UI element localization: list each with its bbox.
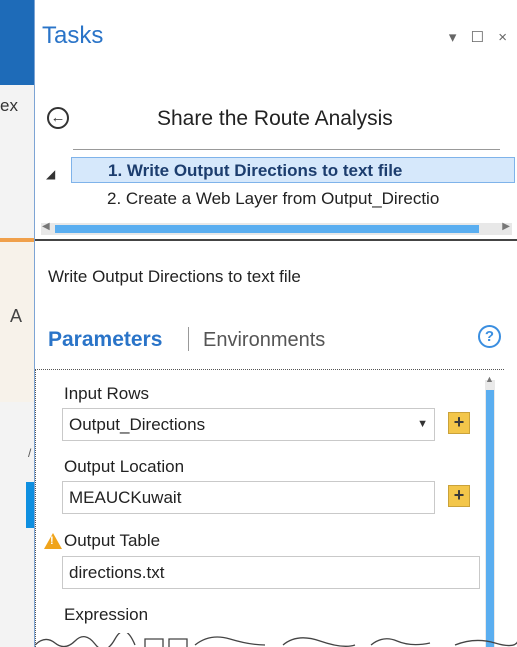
divider xyxy=(73,149,500,150)
vertical-scrollbar[interactable]: ▲ xyxy=(485,374,495,647)
scroll-left-icon[interactable]: ◀ xyxy=(42,221,50,232)
task-title: Share the Route Analysis xyxy=(157,107,393,130)
task-step-1[interactable]: 1. Write Output Directions to text file xyxy=(71,157,515,183)
close-icon[interactable]: × xyxy=(498,29,507,46)
pane-controls: ▾ ☐ × xyxy=(439,28,507,46)
output-table-label: Output Table xyxy=(64,531,161,550)
vertical-scrollbar-thumb[interactable] xyxy=(486,390,494,647)
background-tick: / xyxy=(28,446,32,460)
chevron-down-icon[interactable]: ▼ xyxy=(417,409,428,440)
pin-icon[interactable]: ▾ xyxy=(449,29,457,46)
output-location-field[interactable]: MEAUCKuwait xyxy=(62,481,435,514)
torn-edge xyxy=(35,633,517,647)
output-location-value: MEAUCKuwait xyxy=(69,488,182,507)
input-rows-value: Output_Directions xyxy=(69,415,206,434)
output-location-label: Output Location xyxy=(64,457,185,476)
task-step-2[interactable]: 2. Create a Web Layer from Output_Direct… xyxy=(71,186,515,212)
browse-add-icon[interactable]: + xyxy=(448,412,470,434)
output-table-value: directions.txt xyxy=(69,563,165,582)
step-heading: Write Output Directions to text file xyxy=(48,267,301,286)
expression-label: Expression xyxy=(64,605,149,624)
scrollbar-thumb[interactable] xyxy=(55,225,479,233)
pane-title: Tasks xyxy=(42,22,104,49)
scroll-up-icon[interactable]: ▲ xyxy=(485,374,494,384)
input-rows-dropdown[interactable]: Output_Directions ▼ xyxy=(62,408,435,441)
tab-separator xyxy=(188,327,189,351)
background-partial-text: ex xyxy=(0,96,18,115)
horizontal-scrollbar[interactable]: ◀ ▶ xyxy=(41,221,512,235)
input-rows-label: Input Rows xyxy=(64,384,150,403)
output-table-field[interactable]: directions.txt xyxy=(62,556,480,589)
back-icon[interactable]: ← xyxy=(47,107,69,129)
section-divider xyxy=(35,239,517,241)
help-icon[interactable]: ? xyxy=(478,325,501,348)
warning-mark: ! xyxy=(50,535,54,547)
background-ribbon xyxy=(0,0,34,85)
background-partial-letter: A xyxy=(10,306,23,326)
maximize-icon[interactable]: ☐ xyxy=(471,29,484,46)
tasks-pane: Tasks ▾ ☐ × ← Share the Route Analysis ◢… xyxy=(34,0,517,647)
browse-folder-icon[interactable]: + xyxy=(448,485,470,507)
collapse-triangle-icon[interactable]: ◢ xyxy=(46,167,55,181)
background-blue-button[interactable] xyxy=(26,482,34,528)
background-app: ex A / xyxy=(0,0,34,647)
scroll-right-icon[interactable]: ▶ xyxy=(502,221,510,232)
tab-parameters[interactable]: Parameters xyxy=(48,328,162,352)
tab-environments[interactable]: Environments xyxy=(203,329,325,352)
